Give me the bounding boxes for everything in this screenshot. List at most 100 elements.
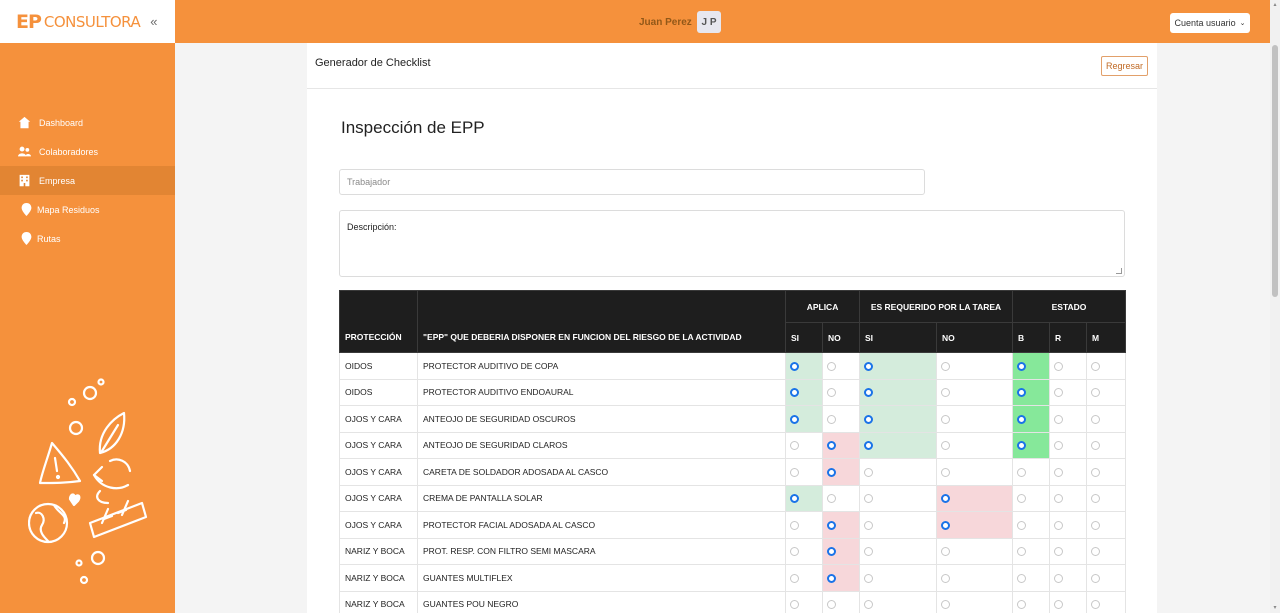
radio-estado-r[interactable] bbox=[1054, 520, 1064, 530]
radio-aplica-no[interactable] bbox=[827, 547, 836, 557]
radio-requerido-si[interactable] bbox=[864, 441, 874, 451]
radio-aplica-no[interactable] bbox=[827, 520, 836, 530]
cell-epp: GUANTES POU NEGRO bbox=[417, 590, 786, 613]
scrollbar-thumb[interactable] bbox=[1272, 45, 1278, 297]
radio-aplica-si[interactable] bbox=[790, 467, 799, 477]
radio-requerido-si[interactable] bbox=[864, 520, 874, 530]
radio-estado-m[interactable] bbox=[1091, 600, 1101, 610]
radio-requerido-no[interactable] bbox=[941, 494, 951, 504]
cell-aplica-no bbox=[821, 537, 861, 565]
radio-estado-m[interactable] bbox=[1091, 441, 1101, 451]
radio-estado-b[interactable] bbox=[1017, 414, 1027, 424]
radio-estado-m[interactable] bbox=[1091, 520, 1101, 530]
sidebar-item-colaboradores[interactable]: Colaboradores bbox=[0, 137, 175, 166]
radio-estado-r[interactable] bbox=[1054, 494, 1064, 504]
radio-estado-m[interactable] bbox=[1091, 494, 1101, 504]
radio-aplica-no[interactable] bbox=[827, 388, 836, 398]
radio-aplica-no[interactable] bbox=[827, 441, 836, 451]
radio-aplica-no[interactable] bbox=[827, 573, 836, 583]
radio-aplica-si[interactable] bbox=[790, 520, 799, 530]
radio-requerido-no[interactable] bbox=[941, 520, 951, 530]
epp-table-body: OIDOS PROTECTOR AUDITIVO DE COPA OIDOS PROT… bbox=[339, 352, 1127, 613]
radio-aplica-no[interactable] bbox=[827, 600, 836, 610]
scroll-up-arrow-icon[interactable]: ▴ bbox=[1272, 2, 1278, 8]
cell-requerido-si bbox=[859, 511, 938, 539]
radio-estado-b[interactable] bbox=[1017, 361, 1027, 371]
cell-proteccion: OJOS Y CARA bbox=[339, 405, 418, 433]
cell-aplica-no bbox=[821, 484, 861, 512]
radio-requerido-no[interactable] bbox=[941, 467, 951, 477]
radio-requerido-no[interactable] bbox=[941, 388, 951, 398]
radio-requerido-no[interactable] bbox=[941, 414, 951, 424]
worker-input[interactable] bbox=[339, 169, 925, 195]
radio-requerido-no[interactable] bbox=[941, 547, 951, 557]
account-dropdown-button[interactable]: Cuenta usuario ⌄ bbox=[1170, 13, 1250, 33]
double-chevron-left-icon[interactable]: « bbox=[150, 14, 157, 29]
radio-estado-r[interactable] bbox=[1054, 467, 1064, 477]
radio-aplica-si[interactable] bbox=[790, 441, 799, 451]
radio-requerido-no[interactable] bbox=[941, 573, 951, 583]
radio-aplica-si[interactable] bbox=[790, 388, 799, 398]
radio-aplica-no[interactable] bbox=[827, 467, 836, 477]
radio-requerido-si[interactable] bbox=[864, 414, 874, 424]
radio-requerido-si[interactable] bbox=[864, 467, 874, 477]
resize-handle[interactable] bbox=[1116, 268, 1122, 274]
radio-aplica-si[interactable] bbox=[790, 494, 799, 504]
sidebar-item-empresa[interactable]: Empresa bbox=[0, 166, 175, 195]
radio-estado-m[interactable] bbox=[1091, 573, 1101, 583]
radio-estado-b[interactable] bbox=[1017, 573, 1027, 583]
logo[interactable]: EP CONSULTORA « bbox=[0, 0, 175, 43]
radio-estado-r[interactable] bbox=[1054, 600, 1064, 610]
sidebar-item-rutas[interactable]: Rutas bbox=[0, 224, 175, 253]
radio-requerido-si[interactable] bbox=[864, 573, 874, 583]
radio-estado-m[interactable] bbox=[1091, 547, 1101, 557]
radio-aplica-si[interactable] bbox=[790, 573, 799, 583]
radio-estado-m[interactable] bbox=[1091, 467, 1101, 477]
radio-aplica-no[interactable] bbox=[827, 361, 836, 371]
scroll-down-arrow-icon[interactable]: ▾ bbox=[1272, 605, 1278, 611]
radio-aplica-si[interactable] bbox=[790, 600, 799, 610]
radio-aplica-no[interactable] bbox=[827, 414, 836, 424]
radio-estado-r[interactable] bbox=[1054, 573, 1064, 583]
cell-aplica-no bbox=[821, 511, 861, 539]
radio-requerido-si[interactable] bbox=[864, 547, 874, 557]
radio-estado-m[interactable] bbox=[1091, 414, 1101, 424]
radio-aplica-si[interactable] bbox=[790, 414, 799, 424]
radio-aplica-si[interactable] bbox=[790, 361, 799, 371]
radio-estado-r[interactable] bbox=[1054, 441, 1064, 451]
radio-aplica-si[interactable] bbox=[790, 547, 799, 557]
cell-aplica-no bbox=[821, 564, 861, 592]
radio-estado-m[interactable] bbox=[1091, 388, 1101, 398]
radio-estado-m[interactable] bbox=[1091, 361, 1101, 371]
radio-estado-r[interactable] bbox=[1054, 361, 1064, 371]
sidebar-item-mapa-residuos[interactable]: Mapa Residuos bbox=[0, 195, 175, 224]
sidebar-item-dashboard[interactable]: Dashboard bbox=[0, 108, 175, 137]
back-button[interactable]: Regresar bbox=[1101, 56, 1148, 76]
radio-estado-b[interactable] bbox=[1017, 494, 1027, 504]
radio-requerido-no[interactable] bbox=[941, 441, 951, 451]
radio-requerido-si[interactable] bbox=[864, 494, 874, 504]
radio-estado-b[interactable] bbox=[1017, 467, 1027, 477]
radio-estado-b[interactable] bbox=[1017, 600, 1027, 610]
radio-requerido-si[interactable] bbox=[864, 388, 874, 398]
cell-aplica-si bbox=[785, 378, 823, 406]
radio-requerido-no[interactable] bbox=[941, 600, 951, 610]
cell-requerido-no bbox=[936, 352, 1014, 380]
avatar[interactable]: J P bbox=[697, 11, 721, 33]
radio-estado-b[interactable] bbox=[1017, 388, 1027, 398]
cell-proteccion: OJOS Y CARA bbox=[339, 484, 418, 512]
radio-estado-b[interactable] bbox=[1017, 441, 1027, 451]
radio-estado-r[interactable] bbox=[1054, 388, 1064, 398]
radio-requerido-si[interactable] bbox=[864, 600, 874, 610]
cell-estado-r bbox=[1049, 564, 1088, 592]
cell-estado-r bbox=[1049, 352, 1088, 380]
form-title: Inspección de EPP bbox=[341, 118, 485, 137]
radio-estado-b[interactable] bbox=[1017, 520, 1027, 530]
radio-estado-b[interactable] bbox=[1017, 547, 1027, 557]
description-field[interactable]: Descripción: bbox=[339, 210, 1125, 277]
radio-estado-r[interactable] bbox=[1054, 414, 1064, 424]
radio-aplica-no[interactable] bbox=[827, 494, 836, 504]
radio-requerido-si[interactable] bbox=[864, 361, 874, 371]
radio-requerido-no[interactable] bbox=[941, 361, 951, 371]
radio-estado-r[interactable] bbox=[1054, 547, 1064, 557]
